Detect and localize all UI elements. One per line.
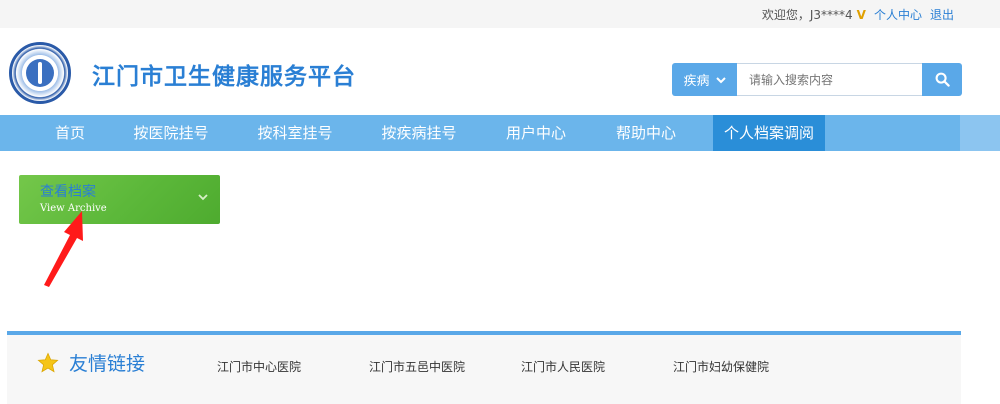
nav-edge bbox=[960, 115, 1000, 151]
user-center-link[interactable]: 个人中心 bbox=[874, 6, 922, 23]
friend-links-title: 友情链接 bbox=[69, 353, 146, 375]
friend-link-maternal-child-hospital[interactable]: 江门市妇幼保健院 bbox=[673, 358, 769, 375]
main-nav: 首页 按医院挂号 按科室挂号 按疾病挂号 用户中心 帮助中心 个人档案调阅 bbox=[0, 115, 1000, 151]
logout-link[interactable]: 退出 bbox=[930, 6, 954, 23]
welcome-text: 欢迎您，J3****4 bbox=[761, 8, 853, 22]
nav-item-user-center[interactable]: 用户中心 bbox=[490, 115, 582, 151]
search-bar: 疾病 bbox=[672, 63, 962, 96]
search-input[interactable] bbox=[737, 63, 922, 96]
archive-card-title: 查看档案 bbox=[40, 184, 96, 200]
search-type-select[interactable]: 疾病 bbox=[672, 63, 737, 96]
friend-links-section: 友情链接 江门市中心医院 江门市五邑中医院 江门市人民医院 江门市妇幼保健院 bbox=[7, 331, 961, 404]
nav-item-by-hospital[interactable]: 按医院挂号 bbox=[118, 115, 224, 151]
search-button[interactable] bbox=[922, 63, 962, 96]
health-commission-emblem-icon[interactable] bbox=[9, 42, 71, 104]
site-title[interactable]: 江门市卫生健康服务平台 bbox=[92, 57, 356, 91]
top-bar: 欢迎您，J3****4 V 个人中心 退出 bbox=[0, 0, 1000, 28]
nav-item-by-disease[interactable]: 按疾病挂号 bbox=[366, 115, 472, 151]
search-type-label: 疾病 bbox=[683, 74, 710, 89]
vip-badge-icon: V bbox=[856, 7, 866, 22]
header: 江门市卫生健康服务平台 疾病 bbox=[0, 28, 1000, 115]
chevron-down-icon bbox=[198, 194, 208, 201]
nav-item-personal-archive[interactable]: 个人档案调阅 bbox=[713, 115, 825, 151]
friend-link-central-hospital[interactable]: 江门市中心医院 bbox=[217, 358, 301, 375]
friend-link-peoples-hospital[interactable]: 江门市人民医院 bbox=[521, 358, 605, 375]
nav-item-by-department[interactable]: 按科室挂号 bbox=[242, 115, 348, 151]
annotation-arrow-icon bbox=[44, 211, 83, 287]
star-icon bbox=[37, 352, 59, 373]
chevron-down-icon bbox=[715, 76, 726, 83]
friend-link-wuyi-tcm-hospital[interactable]: 江门市五邑中医院 bbox=[369, 358, 465, 375]
nav-item-home[interactable]: 首页 bbox=[38, 115, 102, 151]
nav-item-help-center[interactable]: 帮助中心 bbox=[600, 115, 692, 151]
search-icon bbox=[935, 72, 950, 87]
user-info: 欢迎您，J3****4 V 个人中心 退出 bbox=[762, 6, 954, 23]
